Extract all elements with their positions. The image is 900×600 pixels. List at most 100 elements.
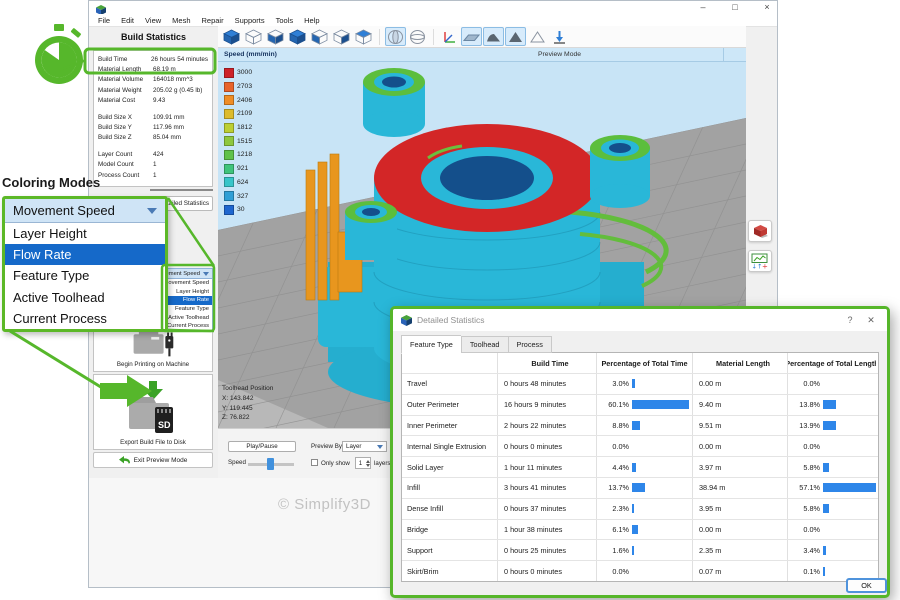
length-percentage-cell: 13.8% bbox=[787, 395, 876, 415]
dialog-tabs: Feature TypeToolheadProcess bbox=[401, 335, 552, 353]
stats-row: Process Count1 bbox=[98, 170, 208, 180]
close-icon[interactable]: ✕ bbox=[863, 315, 879, 326]
cross-section-tool-button[interactable] bbox=[748, 220, 772, 242]
preview-by-dropdown[interactable]: Layer bbox=[342, 441, 387, 452]
material-length-cell: 3.95 m bbox=[692, 499, 787, 519]
percentage-value: 0.1% bbox=[788, 567, 820, 576]
percentage-value: 0.0% bbox=[788, 525, 820, 534]
percentage-value: 4.4% bbox=[597, 463, 629, 472]
callout-option-layer-height[interactable]: Layer Height bbox=[5, 223, 165, 244]
stat-label: Layer Count bbox=[98, 151, 153, 158]
legend-swatch bbox=[224, 123, 234, 133]
help-button[interactable]: ? bbox=[842, 315, 858, 325]
tab-toolhead[interactable]: Toolhead bbox=[461, 336, 508, 353]
callout-selected-mode[interactable]: Movement Speed bbox=[5, 199, 165, 223]
menu-item-view[interactable]: View bbox=[145, 16, 161, 25]
stat-label: Material Cost bbox=[98, 97, 153, 104]
ok-button[interactable]: OK bbox=[846, 578, 887, 593]
legend-swatch bbox=[224, 191, 234, 201]
length-percentage-cell: 0.0% bbox=[787, 374, 876, 394]
cube-top-icon[interactable] bbox=[353, 27, 374, 46]
layer-count-spinner[interactable]: 1 bbox=[355, 457, 371, 469]
cone-outline-icon[interactable] bbox=[527, 27, 548, 46]
layer-range-slider[interactable] bbox=[150, 189, 213, 191]
callout-option-active-toolhead[interactable]: Active Toolhead bbox=[5, 287, 165, 308]
folder-sd-icon: SD bbox=[125, 381, 181, 437]
menu-item-tools[interactable]: Tools bbox=[276, 16, 294, 25]
minimize-button[interactable]: – bbox=[694, 1, 712, 13]
menu-item-file[interactable]: File bbox=[98, 16, 110, 25]
legend-entry: 3000 bbox=[224, 66, 252, 80]
table-row: Support0 hours 25 minutes1.6%2.35 m3.4% bbox=[402, 539, 878, 560]
callout-option-feature-type[interactable]: Feature Type bbox=[5, 265, 165, 286]
length-percentage-cell: 57.1% bbox=[787, 478, 876, 498]
cube-bottom-icon[interactable] bbox=[265, 27, 286, 46]
legend-entry: 1218 bbox=[224, 148, 252, 162]
table-row: Bridge1 hour 38 minutes6.1%0.00 m0.0% bbox=[402, 519, 878, 540]
percentage-value: 5.8% bbox=[788, 463, 820, 472]
percentage-value: 3.4% bbox=[788, 546, 820, 555]
feature-name-cell: Travel bbox=[402, 374, 497, 394]
percentage-bar bbox=[632, 546, 634, 555]
build-time-cell: 0 hours 48 minutes bbox=[497, 374, 596, 394]
time-percentage-cell: 4.4% bbox=[596, 457, 692, 477]
cube-right-icon[interactable] bbox=[331, 27, 352, 46]
cube-solid2-icon[interactable] bbox=[287, 27, 308, 46]
legend-entry: 921 bbox=[224, 162, 252, 176]
material-length-cell: 3.97 m bbox=[692, 457, 787, 477]
play-pause-button[interactable]: Play/Pause bbox=[228, 441, 296, 452]
close-button[interactable]: × bbox=[758, 1, 776, 13]
percentage-value: 3.0% bbox=[597, 379, 629, 388]
stat-label: Material Length bbox=[98, 66, 153, 73]
export-build-button[interactable]: SD Export Build File to Disk bbox=[93, 374, 213, 450]
percentage-bar bbox=[632, 525, 638, 534]
tab-process[interactable]: Process bbox=[508, 336, 552, 353]
spinner-arrows-icon[interactable] bbox=[365, 460, 370, 467]
length-percentage-cell: 5.8% bbox=[787, 499, 876, 519]
time-percentage-cell: 1.6% bbox=[596, 540, 692, 560]
tab-feature-type[interactable]: Feature Type bbox=[401, 335, 461, 354]
legend-value: 327 bbox=[237, 193, 248, 200]
menu-item-help[interactable]: Help bbox=[304, 16, 319, 25]
legend-swatch bbox=[224, 136, 234, 146]
stats-group: Layer Count424Model Count1Process Count1 bbox=[98, 149, 208, 180]
menu-item-mesh[interactable]: Mesh bbox=[172, 16, 190, 25]
stat-value: 9.43 bbox=[153, 97, 208, 104]
stat-label: Process Count bbox=[98, 172, 153, 179]
drop-tool-icon[interactable] bbox=[549, 27, 570, 46]
maximize-button[interactable]: □ bbox=[726, 1, 744, 13]
cube-solid-icon[interactable] bbox=[221, 27, 242, 46]
column-header: Build Time bbox=[497, 353, 596, 373]
support-wedge-icon[interactable] bbox=[483, 27, 504, 46]
callout-option-current-process[interactable]: Current Process bbox=[5, 308, 165, 329]
table-row: Dense Infill0 hours 37 minutes2.3%3.95 m… bbox=[402, 498, 878, 519]
only-show-checkbox[interactable] bbox=[311, 459, 318, 466]
percentage-bar bbox=[823, 546, 826, 555]
menu-item-repair[interactable]: Repair bbox=[202, 16, 224, 25]
speed-slider-handle[interactable] bbox=[267, 458, 274, 470]
callout-option-flow-rate[interactable]: Flow Rate bbox=[5, 244, 165, 265]
feature-name-cell: Solid Layer bbox=[402, 457, 497, 477]
legend-swatch bbox=[224, 82, 234, 92]
cube-wireframe-icon[interactable] bbox=[243, 27, 264, 46]
section-view-icon[interactable] bbox=[385, 27, 406, 46]
stopwatch-icon bbox=[35, 24, 83, 84]
sd-card-label: SD bbox=[158, 420, 171, 430]
stats-row: Material Volume164018 mm^3 bbox=[98, 75, 208, 85]
dialog-title-bar[interactable]: Detailed Statistics ? ✕ bbox=[393, 309, 887, 331]
legend-entry: 327 bbox=[224, 189, 252, 203]
machine-control-panel-button[interactable]: ↓↑ + bbox=[748, 250, 772, 272]
axis-icon[interactable] bbox=[439, 27, 460, 46]
build-plate-icon[interactable] bbox=[461, 27, 482, 46]
cube-left-icon[interactable] bbox=[309, 27, 330, 46]
sphere-wireframe-icon[interactable] bbox=[407, 27, 428, 46]
menu-item-edit[interactable]: Edit bbox=[121, 16, 134, 25]
view-toolbar bbox=[218, 26, 746, 48]
exit-preview-mode-button[interactable]: Exit Preview Mode bbox=[93, 452, 213, 468]
stat-value: 117.96 mm bbox=[153, 124, 208, 131]
build-time-cell: 0 hours 0 minutes bbox=[497, 436, 596, 456]
begin-printing-button[interactable]: Begin Printing on Machine bbox=[93, 326, 213, 372]
percentage-bar bbox=[823, 400, 836, 409]
cone-solid-icon[interactable] bbox=[505, 27, 526, 46]
menu-item-supports[interactable]: Supports bbox=[235, 16, 265, 25]
